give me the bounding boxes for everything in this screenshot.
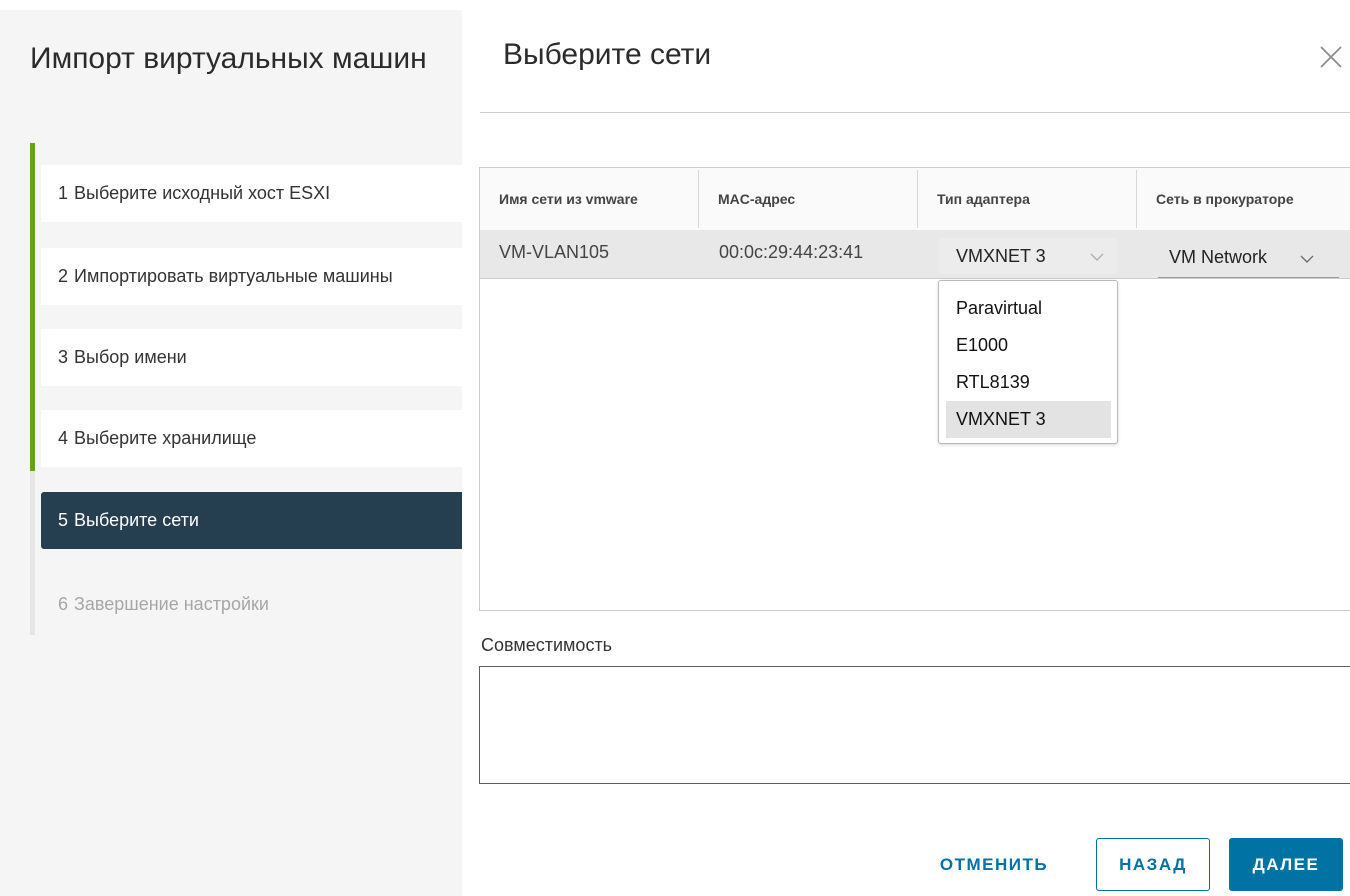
step-label: Завершение настройки bbox=[74, 594, 269, 614]
back-button[interactable]: НАЗАД bbox=[1096, 838, 1210, 891]
adapter-type-dropdown: Paravirtual E1000 RTL8139 VMXNET 3 bbox=[938, 280, 1118, 444]
cancel-button[interactable]: ОТМЕНИТЬ bbox=[914, 838, 1074, 891]
progress-bar-completed bbox=[30, 143, 35, 471]
cell-network-name: VM-VLAN105 bbox=[499, 242, 610, 262]
close-icon[interactable] bbox=[1318, 44, 1344, 70]
target-network-select[interactable]: VM Network bbox=[1158, 238, 1339, 278]
step-label: Выберите исходный хост ESXI bbox=[74, 183, 331, 203]
step-label: Выбор имени bbox=[74, 347, 187, 367]
table-row[interactable]: VM-VLAN105 00:0c:29:44:23:41 VMXNET 3 VM… bbox=[480, 230, 1350, 279]
wizard-step-4[interactable]: 4 Выберите хранилище bbox=[41, 410, 462, 467]
step-label: Выберите сети bbox=[74, 510, 199, 530]
column-header-adapter-type[interactable]: Тип адаптера bbox=[918, 168, 1136, 230]
target-network-value: VM Network bbox=[1169, 247, 1268, 267]
step-number: 6 bbox=[58, 594, 69, 614]
wizard-step-6: 6 Завершение настройки bbox=[41, 576, 462, 633]
adapter-type-value: VMXNET 3 bbox=[956, 245, 1046, 266]
column-header-source-network[interactable]: Имя сети из vmware bbox=[480, 168, 698, 230]
column-header-target-network[interactable]: Сеть в прокураторе bbox=[1137, 168, 1337, 230]
compatibility-label: Совместимость bbox=[481, 635, 613, 655]
close-button[interactable] bbox=[1318, 44, 1344, 70]
step-number: 5 bbox=[58, 510, 69, 530]
step-number: 2 bbox=[58, 266, 69, 286]
step-number: 4 bbox=[58, 428, 69, 448]
next-button[interactable]: ДАЛЕЕ bbox=[1229, 838, 1343, 891]
network-mapping-grid: Имя сети из vmware MAC-адрес Тип адаптер… bbox=[479, 167, 1350, 611]
step-number: 3 bbox=[58, 347, 69, 367]
wizard-step-5[interactable]: 5 Выберите сети bbox=[41, 492, 462, 549]
chevron-down-icon bbox=[1300, 255, 1314, 263]
dropdown-option-vmxnet3[interactable]: VMXNET 3 bbox=[946, 401, 1111, 438]
dropdown-option-e1000[interactable]: E1000 bbox=[946, 327, 1111, 364]
title-divider bbox=[480, 112, 1350, 113]
wizard-step-3[interactable]: 3 Выбор имени bbox=[41, 329, 462, 386]
step-label: Импортировать виртуальные машины bbox=[74, 266, 393, 286]
wizard-step-2[interactable]: 2 Импортировать виртуальные машины bbox=[41, 248, 462, 305]
adapter-type-select[interactable]: VMXNET 3 bbox=[939, 238, 1117, 274]
chevron-down-icon bbox=[1090, 253, 1104, 261]
step-label: Выберите хранилище bbox=[74, 428, 257, 448]
cell-mac-address: 00:0c:29:44:23:41 bbox=[719, 242, 864, 262]
wizard-title: Импорт виртуальных машин bbox=[30, 42, 427, 75]
column-header-mac[interactable]: MAC-адрес bbox=[699, 168, 917, 230]
step-number: 1 bbox=[58, 183, 69, 203]
dropdown-option-paravirtual[interactable]: Paravirtual bbox=[946, 290, 1111, 327]
wizard-step-1[interactable]: 1 Выберите исходный хост ESXI bbox=[41, 165, 462, 222]
page-title: Выберите сети bbox=[503, 38, 712, 71]
compatibility-box bbox=[479, 666, 1350, 784]
dropdown-option-rtl8139[interactable]: RTL8139 bbox=[946, 364, 1111, 401]
grid-header: Имя сети из vmware MAC-адрес Тип адаптер… bbox=[480, 168, 1350, 231]
